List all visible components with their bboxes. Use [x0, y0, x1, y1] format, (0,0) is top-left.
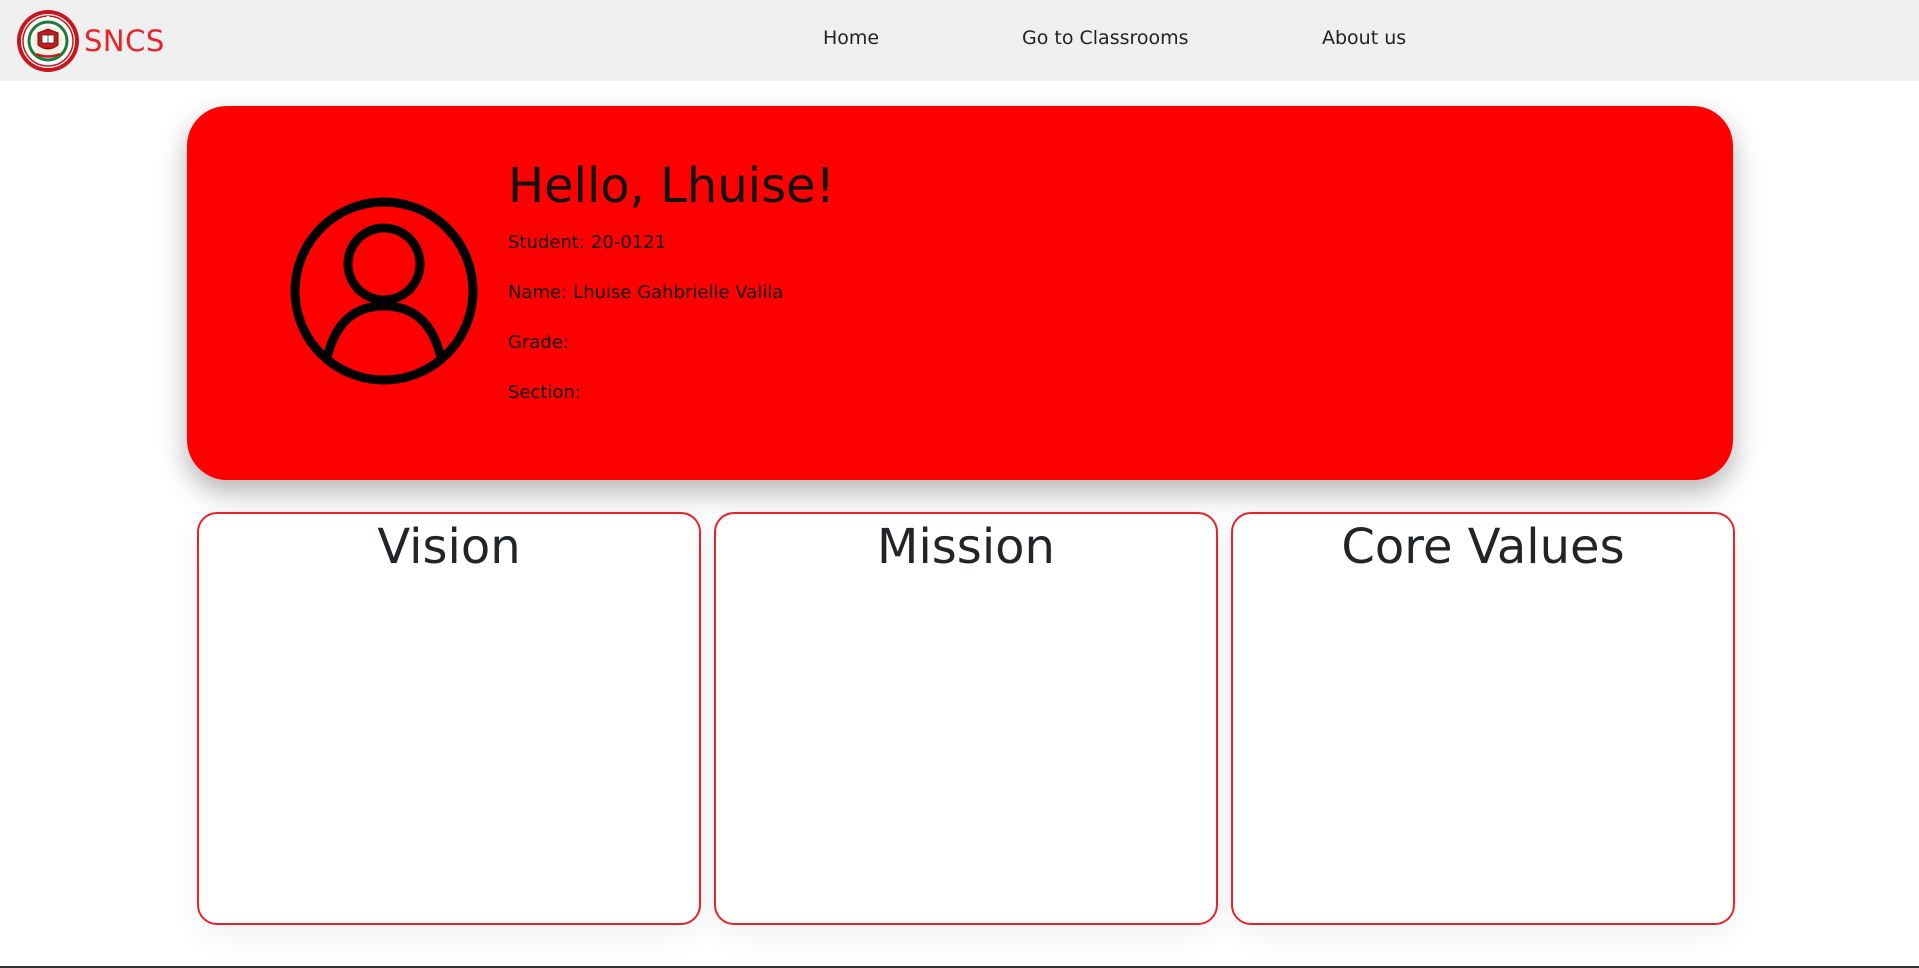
core-values-card: Core Values: [1231, 512, 1735, 925]
school-seal-logo: [17, 10, 79, 72]
student-name-value: Lhuise Gahbrielle Valila: [573, 282, 784, 303]
vision-card: Vision: [197, 512, 701, 925]
student-id-value: 20-0121: [590, 232, 667, 253]
brand-link[interactable]: SNCS: [16, 9, 165, 73]
core-values-title: Core Values: [1341, 519, 1625, 575]
student-id-label: Student:: [508, 232, 585, 253]
student-name-label: Name:: [508, 282, 568, 303]
vision-title: Vision: [377, 519, 521, 575]
nav-go-to-classrooms[interactable]: Go to Classrooms: [1022, 27, 1189, 49]
student-id-line: Student: 20-0121: [508, 232, 666, 253]
student-section-label: Section:: [508, 382, 581, 403]
student-grade-line: Grade:: [508, 332, 575, 353]
top-navbar: SNCS Home Go to Classrooms About us: [0, 0, 1919, 81]
student-grade-label: Grade:: [508, 332, 569, 353]
user-circle-icon: [290, 197, 478, 385]
nav-about-us[interactable]: About us: [1322, 27, 1406, 49]
student-section-line: Section:: [508, 382, 587, 403]
mission-title: Mission: [877, 519, 1055, 575]
mission-card: Mission: [714, 512, 1218, 925]
student-name-line: Name: Lhuise Gahbrielle Valila: [508, 282, 783, 303]
greeting-heading: Hello, Lhuise!: [508, 158, 835, 214]
student-profile-card: Hello, Lhuise! Student: 20-0121 Name: Lhui…: [187, 106, 1733, 480]
brand-name: SNCS: [84, 24, 165, 58]
nav-home[interactable]: Home: [823, 27, 879, 49]
